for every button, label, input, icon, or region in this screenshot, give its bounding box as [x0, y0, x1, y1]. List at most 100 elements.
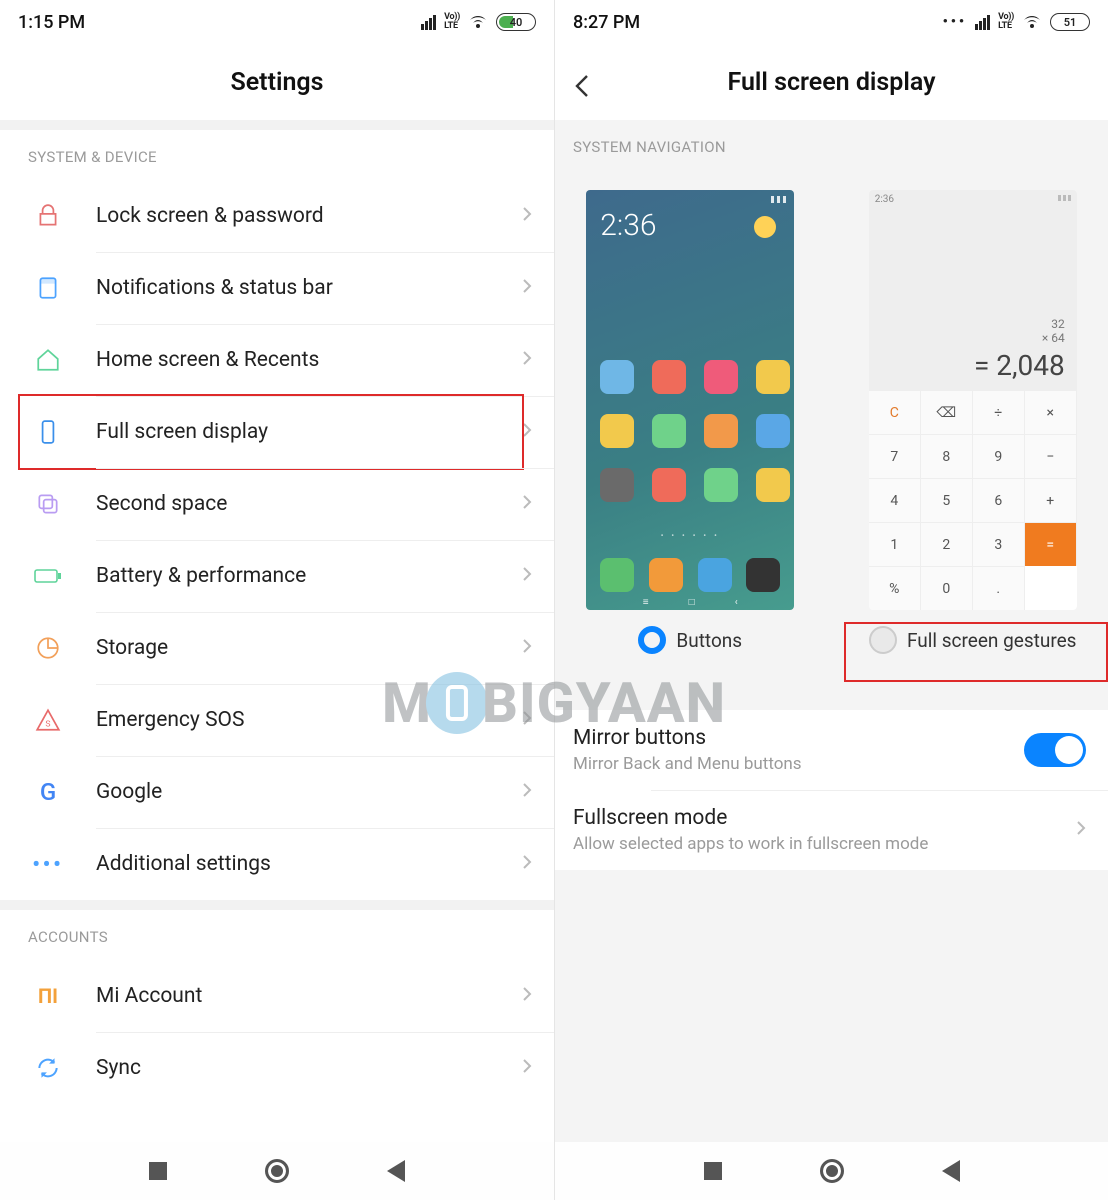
more-icon: •••: [30, 846, 66, 882]
section-header-system: SYSTEM & DEVICE: [0, 130, 554, 180]
chevron-right-icon: [522, 710, 532, 730]
volte-icon: Vo))LTE: [998, 13, 1014, 31]
chevron-right-icon: [522, 986, 532, 1006]
row-storage[interactable]: Storage: [0, 612, 554, 684]
row-google[interactable]: G Google: [0, 756, 554, 828]
recents-button[interactable]: [704, 1162, 722, 1180]
chevron-right-icon: [522, 638, 532, 658]
mi-icon: ΠI: [30, 978, 66, 1014]
lock-icon: [30, 198, 66, 234]
back-button[interactable]: [387, 1160, 405, 1182]
phone-right-fullscreen: 8:27 PM ••• Vo))LTE 51 Full screen displ…: [554, 0, 1108, 1200]
row-full-screen-display[interactable]: Full screen display: [0, 396, 554, 468]
row-fullscreen-mode[interactable]: Fullscreen mode Allow selected apps to w…: [555, 790, 1108, 870]
preview-calculator: 2:36 32 × 64 = 2,048 C⌫÷× 789− 456+ 123=: [869, 190, 1077, 610]
choice-label: Buttons: [676, 629, 742, 652]
recents-button[interactable]: [149, 1162, 167, 1180]
row-subtitle: Mirror Back and Menu buttons: [573, 754, 1024, 774]
fullscreen-icon: [30, 414, 66, 450]
android-nav-bar: [0, 1142, 554, 1200]
row-mirror-buttons[interactable]: Mirror buttons Mirror Back and Menu butt…: [555, 710, 1108, 790]
row-notifications[interactable]: Notifications & status bar: [0, 252, 554, 324]
storage-icon: [30, 630, 66, 666]
row-label: Sync: [96, 1056, 522, 1080]
status-bar: 8:27 PM ••• Vo))LTE 51: [555, 0, 1108, 44]
preview-home-screen: 2:36 • • • • • • ≡□‹: [586, 190, 794, 610]
choice-full-screen-gestures[interactable]: 2:36 32 × 64 = 2,048 C⌫÷× 789− 456+ 123=: [856, 190, 1091, 654]
sos-icon: S: [30, 702, 66, 738]
row-mi-account[interactable]: ΠI Mi Account: [0, 960, 554, 1032]
navigation-choice-group: 2:36 • • • • • • ≡□‹ Buttons: [555, 170, 1108, 680]
home-button[interactable]: [820, 1159, 844, 1183]
radio-selected-icon: [638, 626, 666, 654]
chevron-right-icon: [522, 350, 532, 370]
section-header-accounts: ACCOUNTS: [0, 910, 554, 960]
page-header: Settings: [0, 44, 554, 120]
home-icon: [30, 342, 66, 378]
row-second-space[interactable]: Second space: [0, 468, 554, 540]
status-bar: 1:15 PM Vo))LTE 40: [0, 0, 554, 44]
home-button[interactable]: [265, 1159, 289, 1183]
sync-icon: [30, 1050, 66, 1086]
row-battery[interactable]: Battery & performance: [0, 540, 554, 612]
calc-history-line: × 64: [881, 331, 1065, 345]
chevron-right-icon: [522, 782, 532, 802]
weather-icon: [754, 216, 776, 238]
row-title: Mirror buttons: [573, 726, 1024, 750]
row-label: Notifications & status bar: [96, 276, 522, 300]
settings-list-system: Lock screen & password Notifications & s…: [0, 180, 554, 900]
chevron-right-icon: [1076, 820, 1086, 840]
signal-icon: [975, 15, 990, 30]
status-time: 8:27 PM: [573, 12, 640, 33]
row-label: Second space: [96, 492, 522, 516]
row-label: Emergency SOS: [96, 708, 522, 732]
signal-icon: [421, 15, 436, 30]
page-title: Full screen display: [727, 68, 935, 97]
row-title: Fullscreen mode: [573, 806, 1076, 830]
row-label: Mi Account: [96, 984, 522, 1008]
wifi-icon: [1022, 14, 1042, 30]
row-emergency-sos[interactable]: S Emergency SOS: [0, 684, 554, 756]
row-lock-screen[interactable]: Lock screen & password: [0, 180, 554, 252]
android-nav-bar: [555, 1142, 1108, 1200]
wifi-icon: [468, 14, 488, 30]
chevron-right-icon: [522, 422, 532, 442]
status-time: 1:15 PM: [18, 12, 85, 33]
row-label: Google: [96, 780, 522, 804]
google-icon: G: [30, 774, 66, 810]
row-label: Lock screen & password: [96, 204, 522, 228]
calc-history-line: 32: [881, 317, 1065, 331]
row-label: Home screen & Recents: [96, 348, 522, 372]
page-header: Full screen display: [555, 44, 1108, 120]
phone-left-settings: 1:15 PM Vo))LTE 40 Settings SYSTEM & DEV…: [0, 0, 554, 1200]
chevron-right-icon: [522, 278, 532, 298]
preview-time: 2:36: [875, 194, 894, 205]
radio-unselected-icon: [869, 626, 897, 654]
page-title: Settings: [230, 68, 323, 97]
row-label: Full screen display: [96, 420, 522, 444]
row-subtitle: Allow selected apps to work in fullscree…: [573, 834, 1076, 854]
row-home-recents[interactable]: Home screen & Recents: [0, 324, 554, 396]
chevron-right-icon: [522, 854, 532, 874]
second-space-icon: [30, 486, 66, 522]
chevron-right-icon: [522, 206, 532, 226]
volte-icon: Vo))LTE: [444, 13, 460, 31]
more-indicator-icon: •••: [943, 14, 968, 30]
chevron-right-icon: [522, 1058, 532, 1078]
calc-result: = 2,048: [881, 349, 1065, 382]
row-label: Additional settings: [96, 852, 522, 876]
row-label: Battery & performance: [96, 564, 522, 588]
section-header-sysnav: SYSTEM NAVIGATION: [555, 120, 1108, 170]
row-label: Storage: [96, 636, 522, 660]
svg-text:S: S: [45, 720, 50, 730]
back-button[interactable]: [942, 1160, 960, 1182]
row-sync[interactable]: Sync: [0, 1032, 554, 1104]
toggle-switch-on[interactable]: [1024, 733, 1086, 767]
choice-buttons[interactable]: 2:36 • • • • • • ≡□‹ Buttons: [573, 190, 808, 654]
choice-label: Full screen gestures: [907, 629, 1076, 652]
notification-icon: [30, 270, 66, 306]
back-button[interactable]: [573, 72, 591, 104]
battery-icon: 51: [1050, 13, 1090, 31]
row-additional-settings[interactable]: ••• Additional settings: [0, 828, 554, 900]
preview-clock: 2:36: [600, 208, 656, 243]
